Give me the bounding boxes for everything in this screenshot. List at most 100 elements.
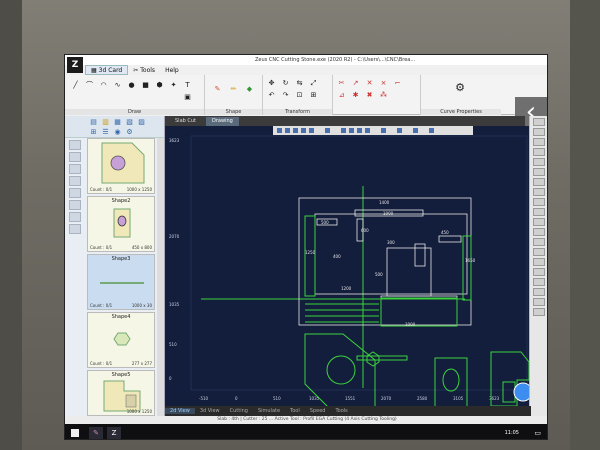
curve-icon[interactable]: ∿ [113, 81, 122, 90]
zoom-fit-icon[interactable] [293, 128, 298, 133]
zoom-out-icon[interactable] [285, 128, 290, 133]
right-tool-button[interactable] [532, 308, 545, 316]
right-tool-button[interactable] [532, 238, 545, 246]
polyline-icon[interactable]: ⌒ [85, 81, 94, 90]
side-tool-button[interactable] [69, 188, 81, 198]
taskbar-zeus-icon[interactable]: Z [107, 426, 121, 439]
break-icon[interactable]: ✕ [365, 79, 374, 88]
fillet-icon[interactable]: ⌐ [393, 79, 402, 88]
side-tool-button[interactable] [69, 140, 81, 150]
menu-help[interactable]: Help [160, 65, 184, 75]
menu-tools[interactable]: ✂ Tools [128, 65, 160, 75]
zoom-in-icon[interactable] [277, 128, 282, 133]
right-tool-button[interactable] [532, 248, 545, 256]
import-icon[interactable]: ▧ [125, 118, 134, 127]
right-tool-button[interactable] [532, 268, 545, 276]
right-tool-button[interactable] [532, 138, 545, 146]
settings-gear-icon[interactable] [413, 128, 418, 133]
shape-list-scrollbar[interactable] [157, 138, 164, 416]
side-tool-button[interactable] [69, 212, 81, 222]
menu-3d-card[interactable]: ▦ 3d Card [85, 65, 129, 75]
measure-icon[interactable] [341, 128, 346, 133]
shape-thumb-1[interactable]: Count : 0/1 1000 x 1250 [87, 138, 155, 194]
extend-icon[interactable]: ↗ [351, 79, 360, 88]
line-icon[interactable]: ╱ [71, 81, 80, 90]
right-tool-button[interactable] [532, 218, 545, 226]
tab-speed[interactable]: Speed [305, 408, 331, 414]
side-tool-button[interactable] [69, 152, 81, 162]
polygon-icon[interactable]: ⬢ [155, 81, 164, 90]
text-icon[interactable]: T [183, 81, 192, 90]
save-icon[interactable]: ▦ [113, 118, 122, 127]
tab-tools[interactable]: Tools [330, 408, 352, 414]
explode-icon[interactable]: ✱ [351, 91, 360, 100]
zoom-window-icon[interactable] [301, 128, 306, 133]
tab-simulate[interactable]: Simulate [253, 408, 285, 414]
rectangle-icon[interactable]: ■ [141, 81, 150, 90]
delete-icon[interactable]: ✖ [365, 91, 374, 100]
pencil-icon[interactable]: ✏ [229, 85, 238, 94]
right-tool-button[interactable] [532, 288, 545, 296]
shape-thumb-3[interactable]: Shape3 Count : 0/1 1000 x 30 [87, 254, 155, 310]
grid-view-icon[interactable]: ⊞ [89, 128, 98, 137]
new-folder-icon[interactable]: ▤ [89, 118, 98, 127]
circle-icon[interactable]: ● [127, 81, 136, 90]
pan-icon[interactable] [309, 128, 314, 133]
shape-thumb-4[interactable]: Shape4 Count : 0/1 277 x 277 [87, 312, 155, 368]
node-edit-icon[interactable]: ⁂ [379, 91, 388, 100]
drawing-canvas[interactable]: 3623 2070 1035 510 0 -510 0 510 1035 155… [165, 126, 533, 421]
scale-icon[interactable]: ⤢ [309, 79, 318, 88]
image-icon[interactable]: ▣ [183, 93, 192, 102]
right-tool-button[interactable] [532, 258, 545, 266]
shape-thumb-2[interactable]: Shape2 Count : 0/1 450 x 800 [87, 196, 155, 252]
tab-drawing[interactable]: Drawing [206, 116, 239, 126]
tab-slab-cut[interactable]: Slab Cut [169, 117, 202, 126]
right-tool-button[interactable] [532, 278, 545, 286]
refresh-icon[interactable] [397, 128, 402, 133]
taskbar-app-icon[interactable]: ✎ [89, 426, 103, 439]
move-icon[interactable]: ✥ [267, 79, 276, 88]
grid-icon[interactable] [357, 128, 362, 133]
join-icon[interactable]: ⨯ [379, 79, 388, 88]
properties-icon[interactable] [381, 128, 386, 133]
tab-2d-view[interactable]: 2d View [165, 408, 195, 414]
windows-start-icon[interactable] [71, 428, 79, 437]
right-tool-button[interactable] [532, 128, 545, 136]
right-tool-button[interactable] [532, 148, 545, 156]
offset-icon[interactable]: ⊡ [295, 91, 304, 100]
trim-icon[interactable]: ✂ [337, 79, 346, 88]
layer-icon[interactable] [365, 128, 370, 133]
shape-tool-icon[interactable]: ◆ [245, 85, 254, 94]
settings-icon[interactable]: ⚙ [125, 128, 134, 137]
right-tool-button[interactable] [532, 298, 545, 306]
side-tool-button[interactable] [69, 176, 81, 186]
undo-icon[interactable]: ↶ [267, 91, 276, 100]
right-tool-button[interactable] [532, 228, 545, 236]
redo-icon[interactable]: ↷ [281, 91, 290, 100]
star-icon[interactable]: ✦ [169, 81, 178, 90]
right-tool-button[interactable] [532, 118, 545, 126]
help-icon[interactable] [429, 128, 434, 133]
side-tool-button[interactable] [69, 224, 81, 234]
rotate-icon[interactable]: ↻ [281, 79, 290, 88]
tab-3d-view[interactable]: 3d View [195, 408, 225, 414]
right-tool-button[interactable] [532, 188, 545, 196]
arc-icon[interactable]: ◠ [99, 81, 108, 90]
curve-properties-icon[interactable]: ⚙ [453, 82, 467, 97]
right-tool-button[interactable] [532, 168, 545, 176]
export-icon[interactable]: ▨ [137, 118, 146, 127]
app-logo[interactable]: Z [67, 57, 83, 73]
right-tool-button[interactable] [532, 198, 545, 206]
select-icon[interactable] [325, 128, 330, 133]
brush-icon[interactable]: ✎ [213, 85, 222, 94]
right-tool-button[interactable] [532, 178, 545, 186]
array-icon[interactable]: ⊞ [309, 91, 318, 100]
right-tool-button[interactable] [532, 158, 545, 166]
chamfer-icon[interactable]: ⊿ [337, 91, 346, 100]
taskbar-clock[interactable]: 11:05 [505, 430, 519, 436]
right-tool-button[interactable] [532, 208, 545, 216]
globe-icon[interactable]: ◉ [113, 128, 122, 137]
notification-icon[interactable]: ▭ [534, 429, 541, 437]
mirror-icon[interactable]: ⇆ [295, 79, 304, 88]
tab-tool[interactable]: Tool [285, 408, 305, 414]
